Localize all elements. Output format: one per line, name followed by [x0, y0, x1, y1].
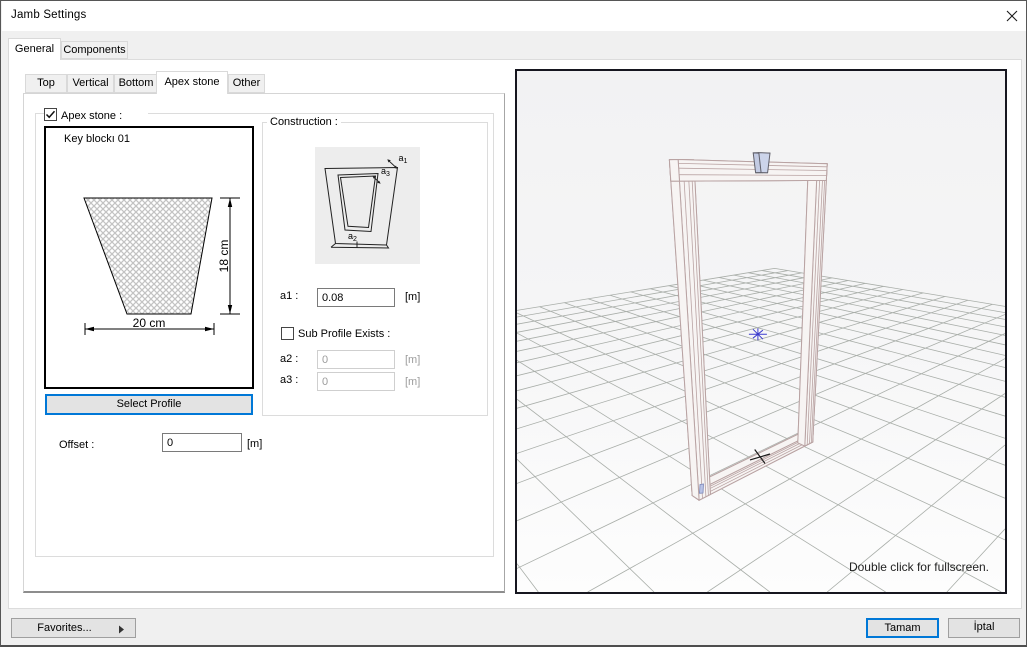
svg-text:18 cm: 18 cm: [217, 240, 231, 273]
svg-text:20 cm: 20 cm: [133, 316, 166, 330]
svg-text:a1: a1: [399, 153, 408, 165]
svg-text:a2: a2: [348, 231, 357, 243]
